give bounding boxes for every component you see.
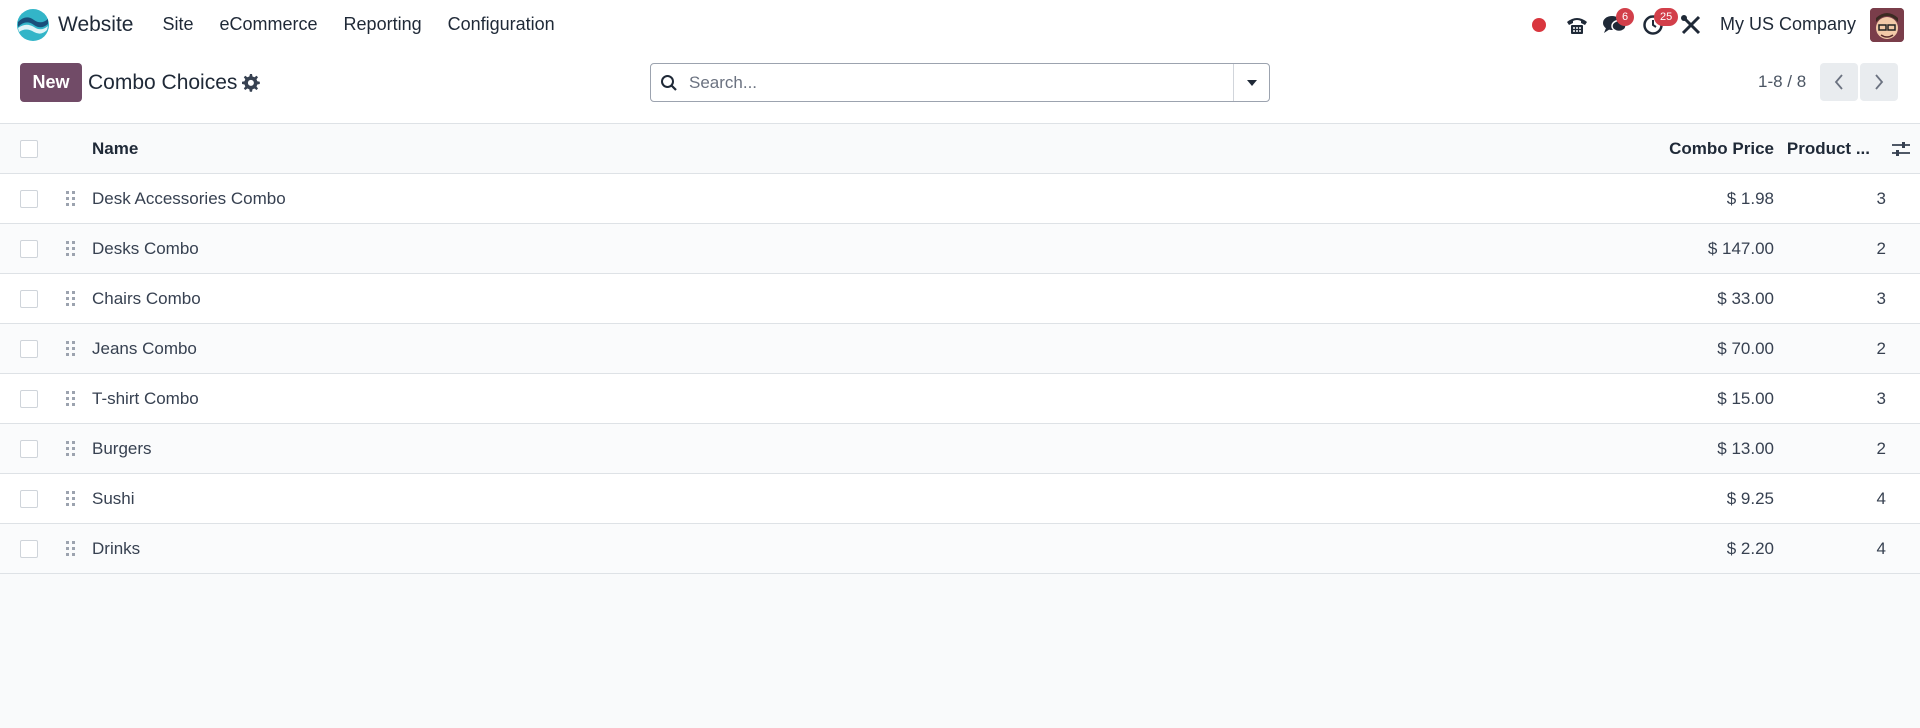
row-checkbox[interactable] xyxy=(20,239,38,258)
cell-name: Jeans Combo xyxy=(92,338,197,358)
cell-product-count: 3 xyxy=(1876,288,1886,308)
cell-name: Drinks xyxy=(92,538,141,558)
cell-combo-price: $ 13.00 xyxy=(1717,438,1774,458)
table-row[interactable]: Chairs Combo $ 33.00 3 xyxy=(0,274,1920,324)
menu-site[interactable]: Site xyxy=(149,14,206,35)
record-dot-icon xyxy=(1531,17,1546,32)
drag-handle-icon[interactable] xyxy=(64,190,78,208)
cell-name: Chairs Combo xyxy=(92,288,201,308)
cell-combo-price: $ 70.00 xyxy=(1717,338,1774,358)
cell-name: Burgers xyxy=(92,438,152,458)
company-switcher[interactable]: My US Company xyxy=(1720,14,1856,35)
page-title: Combo Choices xyxy=(88,71,238,94)
row-checkbox[interactable] xyxy=(20,339,38,358)
debug-tools-button[interactable] xyxy=(1672,7,1710,43)
drag-handle-icon[interactable] xyxy=(64,390,78,408)
table-row[interactable]: Jeans Combo $ 70.00 2 xyxy=(0,324,1920,374)
gear-icon[interactable] xyxy=(240,73,260,93)
drag-handle-icon[interactable] xyxy=(64,340,78,358)
cell-product-count: 2 xyxy=(1876,338,1886,358)
cell-combo-price: $ 2.20 xyxy=(1726,538,1774,558)
user-avatar[interactable] xyxy=(1870,7,1904,42)
cell-name: Sushi xyxy=(92,488,135,508)
row-checkbox[interactable] xyxy=(20,389,38,408)
systray: 6 25 My US Company xyxy=(1520,7,1904,43)
drag-handle-icon[interactable] xyxy=(64,540,78,558)
chevron-right-icon xyxy=(1875,74,1884,90)
table-row[interactable]: Burgers $ 13.00 2 xyxy=(0,424,1920,474)
recording-indicator[interactable] xyxy=(1520,7,1558,43)
row-checkbox[interactable] xyxy=(20,189,38,208)
app-home[interactable]: Website xyxy=(16,8,133,42)
drag-handle-icon[interactable] xyxy=(64,490,78,508)
table-header: Name Combo Price Product ... xyxy=(0,124,1920,174)
drag-handle-icon[interactable] xyxy=(64,440,78,458)
cell-name: T-shirt Combo xyxy=(92,388,199,408)
row-checkbox[interactable] xyxy=(20,439,38,458)
select-all-checkbox[interactable] xyxy=(20,139,38,158)
table-row[interactable]: T-shirt Combo $ 15.00 3 xyxy=(0,374,1920,424)
cell-product-count: 4 xyxy=(1876,488,1886,508)
row-checkbox[interactable] xyxy=(20,289,38,308)
tools-icon xyxy=(1680,14,1701,34)
table-row[interactable]: Desks Combo $ 147.00 2 xyxy=(0,224,1920,274)
cell-name: Desks Combo xyxy=(92,238,199,258)
list-view: Name Combo Price Product ... Desk Access… xyxy=(0,124,1920,574)
cell-combo-price: $ 147.00 xyxy=(1707,238,1774,258)
drag-handle-icon[interactable] xyxy=(64,290,78,308)
search-icon xyxy=(651,64,687,101)
top-navbar: Website Site eCommerce Reporting Configu… xyxy=(0,0,1920,49)
cell-combo-price: $ 9.25 xyxy=(1726,488,1774,508)
cell-product-count: 4 xyxy=(1876,538,1886,558)
search-bar xyxy=(650,63,1270,102)
website-app-icon xyxy=(17,8,49,41)
control-panel: New Combo Choices 1-8 / 8 xyxy=(0,49,1920,124)
pager-next-button[interactable] xyxy=(1860,63,1898,101)
messages-badge: 6 xyxy=(1615,7,1635,26)
pager-value[interactable]: 1-8 / 8 xyxy=(1758,72,1806,92)
avatar-image xyxy=(1870,7,1904,42)
table-row[interactable]: Desk Accessories Combo $ 1.98 3 xyxy=(0,174,1920,224)
phone-icon xyxy=(1566,17,1587,34)
new-button[interactable]: New xyxy=(20,63,82,102)
menu-ecommerce[interactable]: eCommerce xyxy=(207,14,331,35)
app-name: Website xyxy=(58,12,134,36)
cell-product-count: 3 xyxy=(1876,188,1886,208)
column-header-name[interactable]: Name xyxy=(92,139,138,159)
column-header-combo-price[interactable]: Combo Price xyxy=(1669,139,1774,159)
menu-reporting[interactable]: Reporting xyxy=(331,14,435,35)
table-row[interactable]: Sushi $ 9.25 4 xyxy=(0,474,1920,524)
cell-combo-price: $ 33.00 xyxy=(1717,288,1774,308)
row-checkbox[interactable] xyxy=(20,539,38,558)
optional-columns-icon[interactable] xyxy=(1890,138,1912,160)
cell-product-count: 2 xyxy=(1876,238,1886,258)
activities-button[interactable]: 25 xyxy=(1634,7,1679,43)
table-row[interactable]: Drinks $ 2.20 4 xyxy=(0,524,1920,574)
search-options-toggle[interactable] xyxy=(1233,64,1269,101)
row-checkbox[interactable] xyxy=(20,489,38,508)
cell-combo-price: $ 1.98 xyxy=(1726,188,1774,208)
main-menu: Site eCommerce Reporting Configuration xyxy=(149,14,567,35)
column-header-product-count[interactable]: Product ... xyxy=(1787,139,1870,159)
cell-name: Desk Accessories Combo xyxy=(92,188,286,208)
phone-button[interactable] xyxy=(1558,7,1596,43)
pager-previous-button[interactable] xyxy=(1820,63,1858,101)
caret-down-icon xyxy=(1246,79,1257,86)
cell-combo-price: $ 15.00 xyxy=(1717,388,1774,408)
messages-button[interactable]: 6 xyxy=(1596,7,1635,43)
chevron-left-icon xyxy=(1834,74,1843,90)
menu-configuration[interactable]: Configuration xyxy=(435,14,568,35)
cell-product-count: 3 xyxy=(1876,388,1886,408)
cell-product-count: 2 xyxy=(1876,438,1886,458)
drag-handle-icon[interactable] xyxy=(64,240,78,258)
search-input[interactable] xyxy=(687,64,1233,101)
